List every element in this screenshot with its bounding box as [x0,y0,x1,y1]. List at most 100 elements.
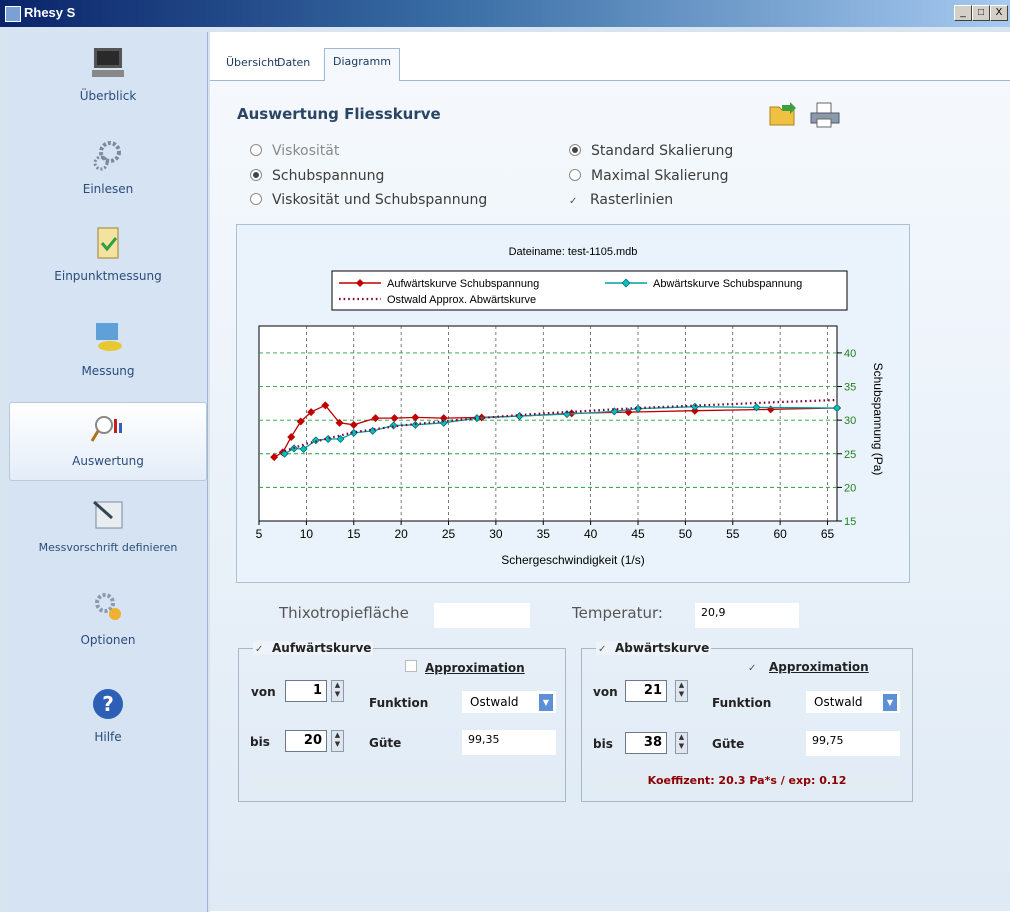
settings-gears-icon [95,593,121,620]
radio-standard-skalierung[interactable]: Standard Skalierung [569,143,733,159]
bis-label: bis [250,735,270,749]
radio-label: Viskosität und Schubspannung [272,192,488,208]
sidebar-item-messung[interactable]: Messung [9,321,207,378]
select-value: Ostwald [470,695,519,709]
von-label: von [593,685,618,699]
chart-container: Dateiname: test-1105.mdb Aufwärtskurve S… [236,224,910,583]
sidebar-item-einpunktmessung[interactable]: Einpunktmessung [9,226,207,283]
tab-diagramm-active[interactable]: Diagramm [324,48,400,81]
thixo-field[interactable] [434,603,530,628]
x-tick-label: 40 [584,527,598,541]
radio-viskositaet-und-schubspannung[interactable]: Viskosität und Schubspannung [250,192,487,208]
chevron-down-icon[interactable]: ▼ [539,694,553,711]
window-title: Rhesy S [24,5,76,20]
checkmark-icon: ✓ [598,644,607,655]
title-bar [0,0,1010,27]
abwaerts-approx-checkbox[interactable]: ✓ Approximation [748,660,869,674]
analysis-chart-icon [90,416,122,442]
open-folder-icon[interactable] [768,101,798,127]
chart-legend: Aufwärtskurve Schubspannung Abwärtskurve… [331,270,848,311]
guete-label: Güte [712,737,745,751]
chart-title: Dateiname: test-1105.mdb [509,246,638,258]
sidebar-item-ueberblick[interactable]: Überblick [9,46,207,103]
bis-label: bis [593,737,613,751]
x-tick-label: 45 [631,527,645,541]
radio-label: Maximal Skalierung [591,168,729,184]
y-tick-label: 15 [844,516,856,528]
radio-viskositaet[interactable]: Viskosität [250,143,339,159]
radio-indicator [250,169,262,181]
checkmark-icon: ✓ [748,663,757,674]
aufwaerts-guete-field: 99,35 [462,730,556,755]
y-tick-label: 20 [844,482,856,494]
radio-schubspannung[interactable]: Schubspannung [250,168,384,184]
abwaerts-von-input[interactable]: 21 [625,680,667,702]
radio-maximal-skalierung[interactable]: Maximal Skalierung [569,168,729,184]
funktion-label: Funktion [712,696,772,710]
approx-label: Approximation [425,661,525,675]
aufwaerts-bis-input[interactable]: 20 [285,730,327,752]
sidebar-item-label: Einlesen [82,182,134,196]
x-tick-label: 50 [679,527,693,541]
abwaerts-group-header[interactable]: ✓ Abwärtskurve [596,641,712,655]
x-tick-label: 55 [726,527,740,541]
radio-label: Schubspannung [272,168,385,184]
aufwaerts-von-input[interactable]: 1 [285,680,327,702]
x-tick-label: 20 [394,527,408,541]
x-tick-label: 30 [489,527,503,541]
sidebar-item-messvorschrift[interactable]: Messvorschrift definieren [9,498,207,554]
close-button[interactable]: X [990,5,1008,21]
sidebar-item-label: Messung [81,364,135,378]
abwaerts-bis-stepper[interactable]: ▲ ▼ [675,732,688,754]
abwaerts-von-stepper[interactable]: ▲ ▼ [675,680,688,702]
tab-daten[interactable]: Daten [269,50,318,75]
radio-indicator [250,144,262,156]
temperature-field[interactable]: 20,9 [695,603,799,628]
x-axis-label: Schergeschwindigkeit (1/s) [501,553,644,567]
radio-indicator [569,144,581,156]
guete-label: Güte [369,736,402,750]
x-tick-label: 65 [821,527,835,541]
radio-indicator [569,169,581,181]
sidebar-item-label: Überblick [79,89,137,103]
sidebar-item-optionen[interactable]: Optionen [9,590,207,647]
checkbox-rasterlinien[interactable]: ✓ Rasterlinien [569,192,673,208]
legend-label-aufwaerts: Aufwärtskurve Schubspannung [387,278,539,290]
minimize-button[interactable]: _ [954,5,972,21]
maximize-button[interactable]: □ [972,5,990,21]
chevron-down-icon[interactable]: ▼ [883,694,897,711]
checkbox-label: Rasterlinien [590,192,674,208]
help-icon: ? [93,689,123,719]
funktion-label: Funktion [369,696,429,710]
von-label: von [251,685,276,699]
y-tick-label: 25 [844,449,856,461]
aufwaerts-approx-checkbox[interactable]: Approximation [405,660,525,675]
thixo-label: Thixotropiefläche [279,604,409,622]
sidebar-item-label: Auswertung [72,454,144,468]
sidebar-item-label: Einpunktmessung [54,269,162,283]
svg-text:?: ? [102,692,114,716]
abwaerts-bis-input[interactable]: 38 [625,732,667,754]
x-tick-label: 5 [256,527,263,541]
y-tick-label: 30 [844,415,856,427]
sidebar-item-hilfe[interactable]: ? Hilfe [9,687,207,744]
abwaerts-guete-field: 99,75 [806,731,900,756]
sidebar-item-label: Hilfe [94,730,122,744]
sidebar-item-einlesen[interactable]: Einlesen [9,139,207,196]
abwaerts-title: Abwärtskurve [615,641,710,655]
flow-curve-chart: Dateiname: test-1105.mdb Aufwärtskurve S… [256,246,885,567]
y-axis-label: Schubspannung (Pa) [871,363,885,476]
checkmark-icon: ✓ [569,196,578,207]
sidebar-item-auswertung[interactable]: Auswertung [9,402,207,481]
aufwaerts-group-header[interactable]: ✓ Aufwärtskurve [253,641,374,655]
temperature-label: Temperatur: [572,604,663,622]
checkmark-icon: ✓ [255,644,264,655]
radio-indicator [250,193,262,205]
select-value: Ostwald [814,695,863,709]
abwaerts-status: Koeffizent: 20.3 Pa*s / exp: 0.12 [594,771,900,790]
measurement-icon [96,323,122,351]
aufwaerts-status [252,771,558,790]
print-icon[interactable] [809,101,841,129]
aufwaerts-bis-stepper[interactable]: ▲ ▼ [331,730,344,752]
aufwaerts-von-stepper[interactable]: ▲ ▼ [331,680,344,702]
